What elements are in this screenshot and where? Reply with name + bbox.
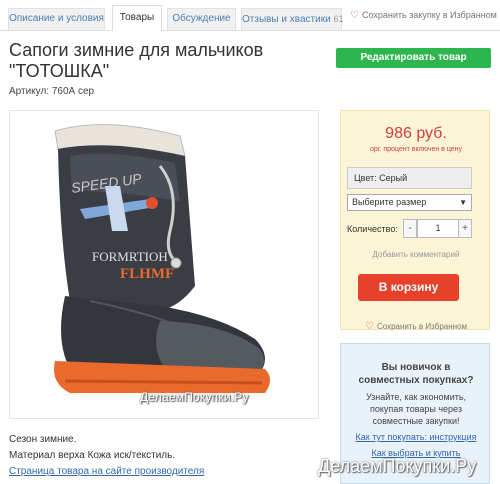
save-favorite-link[interactable]: ♡ Сохранить в Избранном: [341, 321, 491, 332]
heart-icon: ♡: [364, 321, 374, 332]
quantity-plus-button[interactable]: +: [458, 219, 472, 238]
tab-description[interactable]: Описание и условия: [8, 8, 105, 30]
add-to-cart-button[interactable]: В корзину: [358, 274, 459, 301]
tab-reviews[interactable]: Отзывы и хвастики 61: [241, 8, 344, 30]
tab-label: Описание и условия: [9, 13, 104, 24]
tab-discussion[interactable]: Обсуждение: [167, 8, 236, 30]
product-title-line: "ТОТОШКА": [9, 61, 110, 81]
quantity-minus-button[interactable]: -: [403, 219, 417, 238]
watermark-large: ДелаемПокупки.Ру: [318, 456, 477, 476]
watermark: ДелаемПокупки.Ру: [140, 390, 249, 404]
newbie-text: Узнайте, как экономить, покупая товары ч…: [341, 391, 491, 427]
product-title: Сапоги зимние для мальчиков "ТОТОШКА": [9, 40, 329, 82]
quantity-input[interactable]: 1: [417, 219, 459, 238]
product-article: Артикул: 760А сер: [9, 86, 95, 97]
newbie-text-line: покупая товары через: [370, 404, 462, 414]
tab-count: 61: [333, 14, 344, 24]
price-note: орг. процент включен в цену: [369, 146, 463, 153]
product-photo[interactable]: SPEED UP FORMRTIOH FLHMF: [9, 110, 319, 419]
newbie-title-line: совместных покупках?: [358, 375, 474, 386]
boot-print-formation: FORMRTIOH: [92, 249, 168, 264]
product-description: Сезон зимние. Материал верха Кожа иск/те…: [9, 432, 204, 480]
edit-product-button[interactable]: Редактировать товар: [336, 48, 491, 68]
price: 986 руб.: [385, 125, 447, 142]
quantity-label: Количество:: [347, 224, 398, 234]
size-select-value: Выберите размер: [352, 197, 427, 207]
product-title-line: Сапоги зимние для мальчиков: [9, 40, 264, 60]
tab-label: Отзывы и хвастики: [242, 14, 331, 25]
instruction-link[interactable]: Как тут покупать: инструкция: [341, 432, 491, 442]
manufacturer-link[interactable]: Страница товара на сайте производителя: [9, 464, 204, 480]
newbie-title: Вы новичок в совместных покупках?: [341, 361, 491, 387]
tab-label: Обсуждение: [172, 13, 231, 24]
color-field[interactable]: Цвет: Серый: [347, 167, 472, 189]
boot-image: SPEED UP FORMRTIOH FLHMF: [54, 124, 270, 393]
save-purchase-label: Сохранить закупку в Избранном: [361, 10, 497, 20]
save-favorite-label: Сохранить в Избранном: [376, 322, 467, 331]
heart-icon: ♡: [350, 10, 359, 21]
newbie-title-line: Вы новичок в: [381, 362, 451, 373]
dropdown-arrow-icon: ▼: [459, 198, 467, 207]
description-material: Материал верха Кожа иск/текстиль.: [9, 450, 176, 461]
order-panel: 986 руб. орг. процент включен в цену Цве…: [340, 110, 491, 332]
description-season: Сезон зимние.: [9, 434, 77, 445]
tab-divider: [0, 30, 500, 31]
add-comment-link[interactable]: Добавить комментарий: [341, 250, 491, 259]
newbie-text-line: Узнайте, как экономить,: [365, 392, 467, 402]
size-select[interactable]: Выберите размер ▼: [347, 194, 472, 211]
tab-products[interactable]: Товары: [112, 5, 162, 31]
tab-bar: Описание и условия Товары Обсуждение Отз…: [0, 0, 500, 31]
tab-label: Товары: [119, 12, 155, 23]
boot-print-flame: FLHMF: [120, 266, 174, 282]
newbie-text-line: совместные закупки!: [372, 416, 460, 426]
save-purchase-favorite[interactable]: ♡ Сохранить закупку в Избранном: [350, 10, 497, 21]
